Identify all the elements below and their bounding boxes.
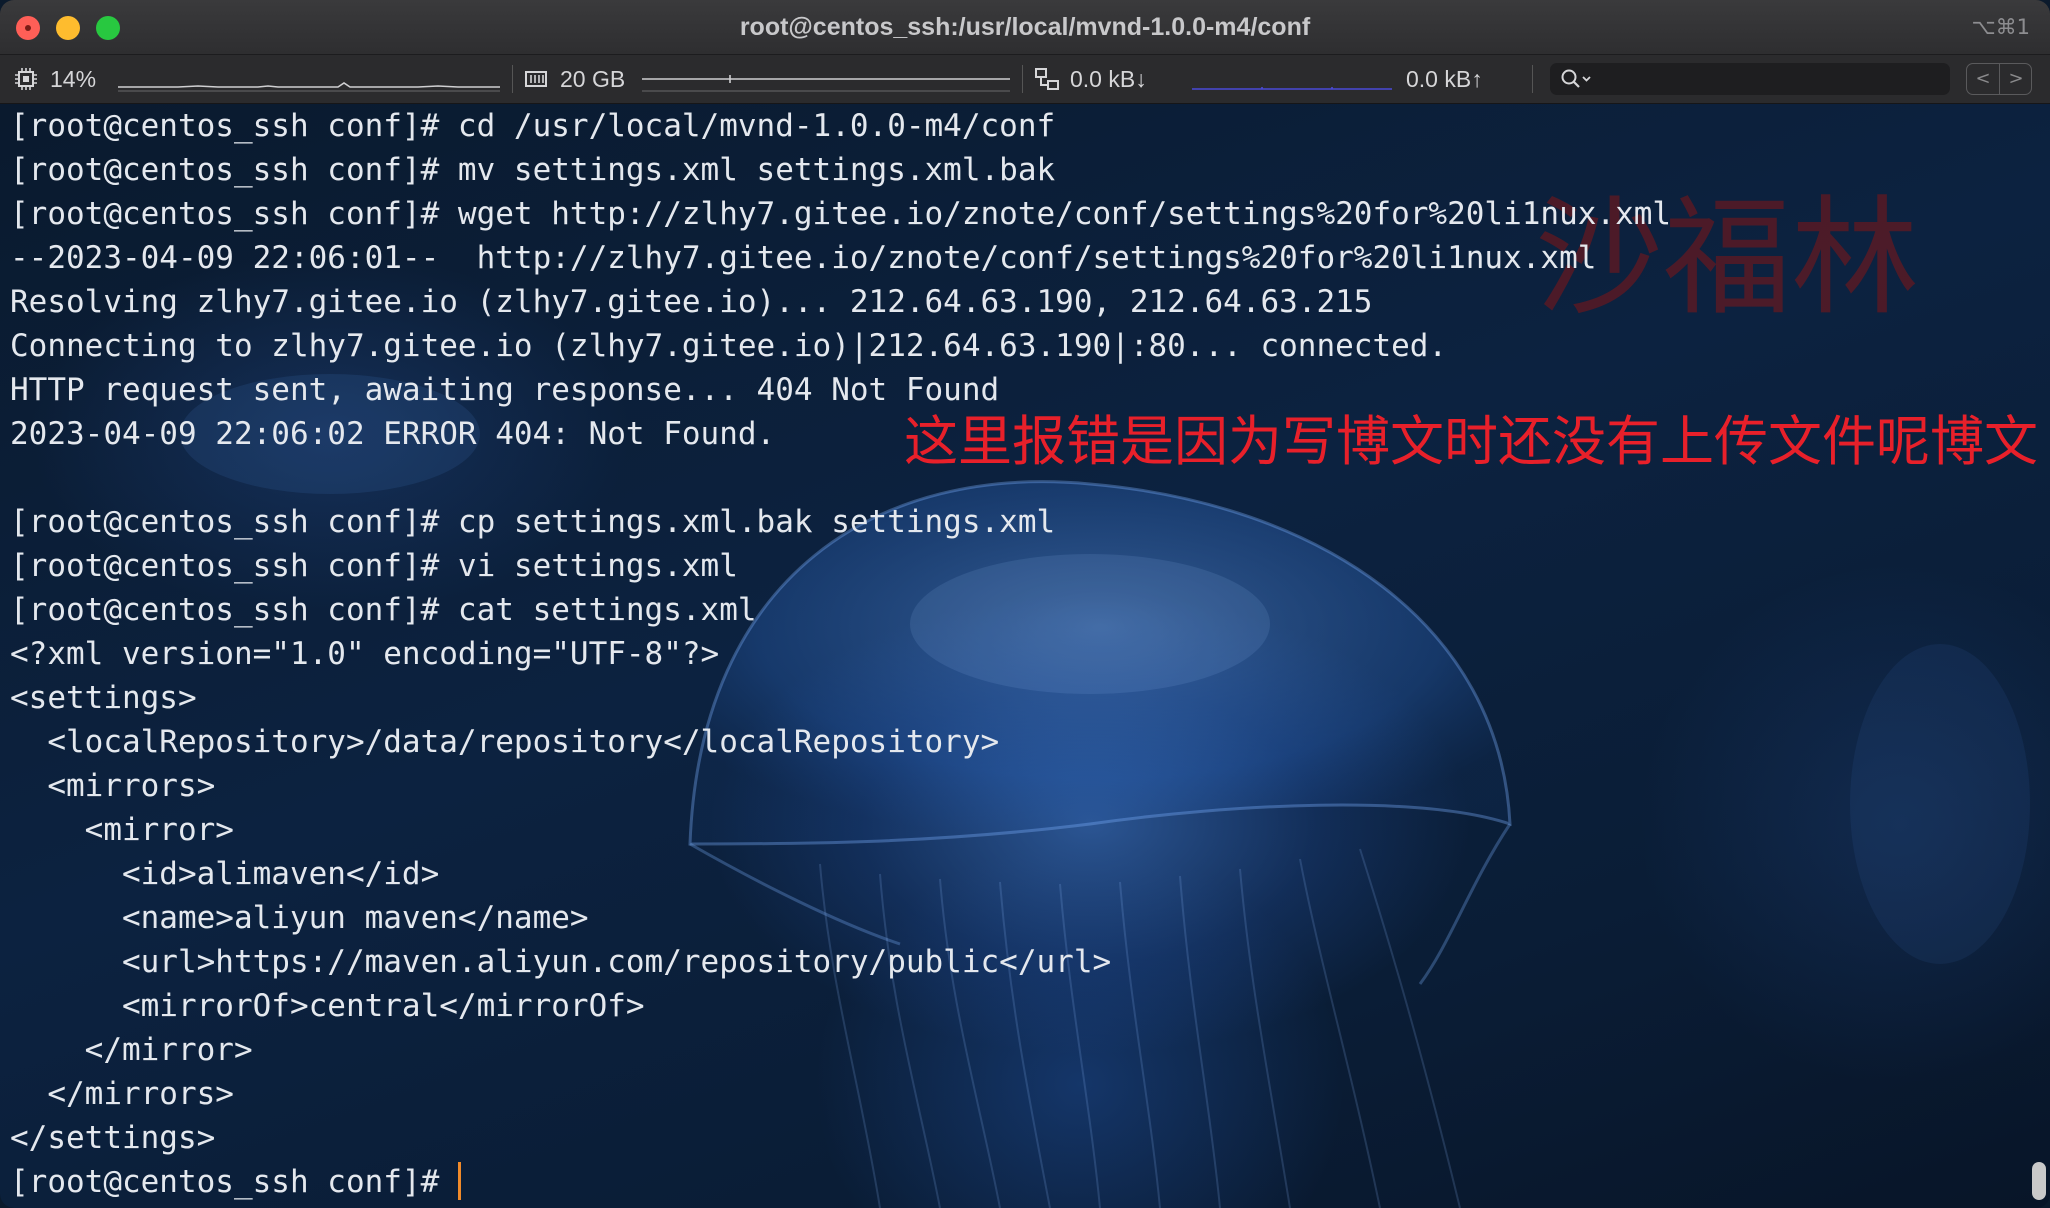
terminal-line: <id>alimaven</id> [10,856,440,892]
tab-shortcut: ⌥⌘1 [1971,15,2030,39]
command-prompt: [root@centos_ssh conf]# [10,1164,458,1200]
terminal-line: <mirror> [10,812,234,848]
separator [1022,65,1023,93]
terminal-line: [root@centos_ssh conf]# cp settings.xml.… [10,504,1056,540]
terminal-line: <mirrorOf>central</mirrorOf> [10,988,645,1024]
window-title: root@centos_ssh:/usr/local/mvnd-1.0.0-m4… [739,13,1311,41]
cpu-icon [15,68,37,90]
text-cursor [457,1162,461,1200]
cpu-usage: 14% [50,66,97,92]
terminal-line: [root@centos_ssh conf]# wget http://zlhy… [10,196,1672,232]
terminal-line: [root@centos_ssh conf]# cat settings.xml [10,592,757,628]
memory-sparkline [642,75,1010,92]
scrollbar-thumb[interactable] [2032,1162,2046,1200]
terminal-line: <localRepository>/data/repository</local… [10,724,1000,760]
network-icon [1035,68,1059,90]
terminal-line: [root@centos_ssh conf]# cd /usr/local/mv… [10,108,1056,144]
search-navigation: < > [1966,63,2032,95]
separator [1532,65,1533,93]
memory-icon [525,71,547,87]
search-input[interactable] [1550,63,1950,95]
terminal-line: --2023-04-09 22:06:01-- http://zlhy7.git… [10,240,1597,276]
terminal-line: </mirrors> [10,1076,234,1112]
terminal-line: [root@centos_ssh conf]# vi settings.xml [10,548,738,584]
cpu-sparkline [118,82,500,92]
terminal-line: </mirror> [10,1032,253,1068]
terminal-area[interactable]: 沙福林 [root@centos_ssh conf]# cd /usr/loca… [0,104,2050,1208]
memory-usage: 20 GB [560,66,626,92]
title-bar[interactable]: root@centos_ssh:/usr/local/mvnd-1.0.0-m4… [0,0,2050,55]
network-upload: 0.0 kB↑ [1406,66,1483,92]
search-previous-button[interactable]: < [1967,64,2000,94]
terminal-line: <settings> [10,680,197,716]
status-bar: 14% 20 GB 0.0 kB↓ 0.0 kB↑ < > [0,55,2050,104]
terminal-line: <?xml version="1.0" encoding="UTF-8"?> [10,636,720,672]
terminal-line: <url>https://maven.aliyun.com/repository… [10,944,1112,980]
separator [512,65,513,93]
terminal-line: <name>aliyun maven</name> [10,900,589,936]
terminal-output: [root@centos_ssh conf]# cd /usr/local/mv… [10,104,1671,1204]
terminal-line: </settings> [10,1120,216,1156]
annotation-note: 这里报错是因为写博文时还没有上传文件呢博文 [904,410,2038,473]
terminal-window: root@centos_ssh:/usr/local/mvnd-1.0.0-m4… [0,0,2050,1208]
terminal-line: <mirrors> [10,768,216,804]
terminal-line: Connecting to zlhy7.gitee.io (zlhy7.gite… [10,328,1448,364]
search-next-button[interactable]: > [2000,64,2032,94]
network-sparkline [1192,87,1392,90]
terminal-line: Resolving zlhy7.gitee.io (zlhy7.gitee.io… [10,284,1373,320]
command-prompt-line[interactable]: [root@centos_ssh conf]# [10,1160,1671,1204]
search-icon [1561,69,1591,88]
terminal-line: [root@centos_ssh conf]# mv settings.xml … [10,152,1056,188]
network-download: 0.0 kB↓ [1070,66,1147,92]
